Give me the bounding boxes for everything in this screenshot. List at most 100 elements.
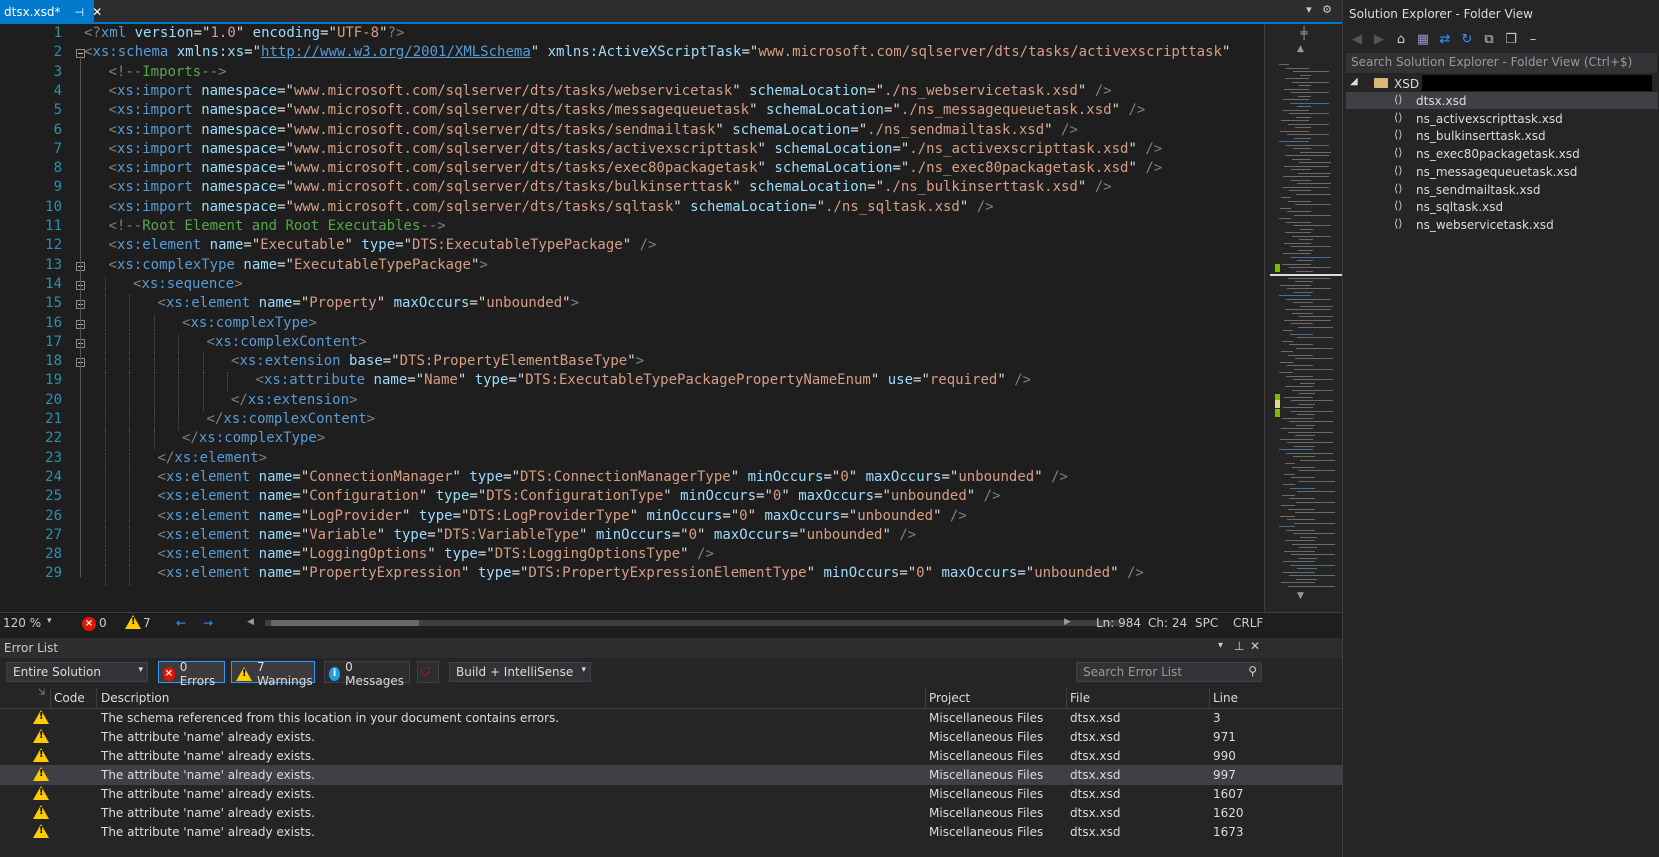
pin-icon[interactable]: ⊥ (1234, 639, 1244, 653)
code-editor[interactable]: 1 <?xml version="1.0" encoding="UTF-8"?> 2… (0, 24, 1264, 612)
tree-file-item[interactable]: ⟨⟩ ns_sendmailtask.xsd (1346, 181, 1658, 198)
scroll-up-icon[interactable]: ▲ (1297, 44, 1304, 54)
map-mark (1297, 183, 1331, 184)
column-project[interactable]: Project (929, 691, 970, 705)
code-line[interactable]: <xs:import namespace="www.microsoft.com/… (109, 179, 1112, 195)
tree-file-item[interactable]: ⟨⟩ ns_webservicetask.xsd (1346, 216, 1658, 233)
sync-icon[interactable]: ⇄ (1437, 31, 1453, 47)
code-line[interactable]: <xs:import namespace="www.microsoft.com/… (109, 141, 1163, 157)
code-line[interactable]: <xs:extension base="DTS:PropertyElementB… (231, 353, 644, 369)
code-line[interactable]: <!--Imports--> (109, 64, 227, 80)
back-arrow-icon[interactable]: ← (176, 616, 186, 630)
code-line[interactable]: <xs:import namespace="www.microsoft.com/… (109, 122, 1078, 138)
tree-file-item[interactable]: ⟨⟩ ns_activexscripttask.xsd (1346, 110, 1658, 127)
pin-icon[interactable]: ⊣ (74, 6, 84, 19)
column-description[interactable]: Description (101, 691, 169, 705)
code-line[interactable]: <xs:import namespace="www.microsoft.com/… (109, 199, 994, 215)
code-line[interactable]: <xs:element name="Property" maxOccurs="u… (158, 295, 580, 311)
error-list-row[interactable]: The attribute 'name' already exists. Misc… (0, 803, 1342, 823)
tab-dropdown-icon[interactable]: ▾ (1306, 3, 1312, 16)
forward-arrow-icon[interactable]: → (203, 616, 213, 630)
error-list-row[interactable]: The attribute 'name' already exists. Misc… (0, 784, 1342, 804)
horizontal-scroll-thumb[interactable] (271, 620, 419, 626)
properties-icon[interactable]: – (1525, 31, 1541, 47)
column-code[interactable]: Code (54, 691, 85, 705)
gear-icon[interactable]: ⚙ (1322, 3, 1332, 16)
code-line[interactable]: <xs:complexContent> (207, 334, 367, 350)
error-count[interactable]: 0 (99, 616, 107, 630)
code-line[interactable]: </xs:complexType> (182, 430, 325, 446)
errors-filter-button[interactable]: × 0 Errors (158, 660, 225, 688)
scroll-down-icon[interactable]: ▼ (1297, 591, 1304, 601)
indent-guide (104, 314, 106, 334)
error-list-row[interactable]: The attribute 'name' already exists. Misc… (0, 765, 1342, 785)
warning-count[interactable]: 7 (143, 616, 151, 630)
code-line[interactable]: <xs:schema xmlns:xs="http://www.w3.org/2… (84, 44, 1230, 60)
tree-file-item[interactable]: ⟨⟩ ns_exec80packagetask.xsd (1346, 145, 1658, 162)
split-icon[interactable]: ╪ (1265, 26, 1343, 40)
error-list-row[interactable]: The schema referenced from this location… (0, 708, 1342, 728)
build-filter-dropdown[interactable]: Build + IntelliSense ▾ (449, 662, 591, 682)
back-icon[interactable]: ◀ (1349, 31, 1365, 47)
error-list-row[interactable]: The attribute 'name' already exists. Misc… (0, 822, 1342, 842)
line-ending-indicator[interactable]: CRLF (1233, 616, 1263, 630)
vertical-scrollbar-map[interactable]: ╪ ▲ ▼ (1264, 24, 1343, 612)
code-line[interactable]: </xs:extension> (231, 392, 357, 408)
code-line[interactable]: <xs:element name="LogProvider" type="DTS… (158, 508, 967, 524)
code-line[interactable]: <xs:sequence> (133, 276, 243, 292)
map-mark (1292, 158, 1311, 160)
tree-file-item[interactable]: ⟨⟩ ns_sqltask.xsd (1346, 198, 1658, 215)
code-line[interactable]: <xs:import namespace="www.microsoft.com/… (109, 83, 1112, 99)
tree-folder-xsd[interactable]: ◢ XSD (1350, 74, 1656, 92)
scroll-right-icon[interactable]: ▶ (1064, 617, 1071, 627)
code-line[interactable]: </xs:element> (158, 450, 268, 466)
code-line[interactable]: <xs:element name="Configuration" type="D… (158, 488, 1001, 504)
scroll-left-icon[interactable]: ◀ (247, 617, 254, 627)
panel-dropdown-icon[interactable]: ▾ (1218, 640, 1223, 651)
code-line[interactable]: <xs:complexType> (182, 315, 317, 331)
scope-dropdown[interactable]: Entire Solution ▾ (6, 662, 148, 682)
error-list-row[interactable]: The attribute 'name' already exists. Misc… (0, 746, 1342, 766)
tab-dtsx[interactable]: dtsx.xsd* ⊣ ✕ (0, 0, 102, 24)
home-icon[interactable]: ⌂ (1393, 31, 1409, 47)
zoom-level[interactable]: 120 % (3, 616, 41, 630)
code-line[interactable]: <xs:attribute name="Name" type="DTS:Exec… (256, 372, 1032, 388)
horizontal-scrollbar[interactable] (265, 620, 1122, 626)
messages-filter-button[interactable]: i 0 Messages (324, 660, 410, 688)
error-list-row[interactable]: The attribute 'name' already exists. Misc… (0, 727, 1342, 747)
search-icon[interactable]: ⚲ (1248, 664, 1257, 678)
filter-icon[interactable]: ⛉ (417, 661, 439, 683)
map-mark (1294, 214, 1331, 216)
tree-file-item[interactable]: ⟨⟩ ns_bulkinserttask.xsd (1346, 127, 1658, 144)
line-number: 1 (53, 25, 62, 41)
collapse-all-icon[interactable]: ⧉ (1481, 31, 1497, 47)
solution-explorer-search[interactable]: Search Solution Explorer - Folder View (… (1346, 53, 1657, 73)
close-icon[interactable]: ✕ (92, 5, 102, 19)
code-line[interactable]: <xs:element name="Executable" type="DTS:… (109, 237, 657, 253)
close-icon[interactable]: ✕ (1250, 639, 1260, 653)
tree-file-item[interactable]: ⟨⟩ ns_messagequeuetask.xsd (1346, 163, 1658, 180)
show-all-files-icon[interactable]: ❐ (1503, 31, 1519, 47)
code-line[interactable]: <!--Root Element and Root Executables--> (109, 218, 446, 234)
code-line[interactable]: <xs:element name="Variable" type="DTS:Va… (158, 527, 917, 543)
forward-icon[interactable]: ▶ (1371, 31, 1387, 47)
zoom-dropdown-icon[interactable]: ▾ (47, 616, 52, 626)
column-line[interactable]: Line (1213, 691, 1238, 705)
refresh-icon[interactable]: ↻ (1459, 31, 1475, 47)
sort-icon[interactable]: ⇲ (38, 688, 46, 698)
warnings-filter-button[interactable]: 7 Warnings (231, 660, 315, 688)
code-line[interactable]: </xs:complexContent> (207, 411, 376, 427)
switch-views-icon[interactable]: ▦ (1415, 31, 1431, 47)
column-file[interactable]: File (1070, 691, 1090, 705)
code-line[interactable]: <?xml version="1.0" encoding="UTF-8"?> (84, 25, 404, 41)
whitespace-indicator[interactable]: SPC (1195, 616, 1218, 630)
code-line[interactable]: <xs:import namespace="www.microsoft.com/… (109, 160, 1163, 176)
expand-icon[interactable]: ◢ (1350, 76, 1358, 87)
code-line[interactable]: <xs:element name="ConnectionManager" typ… (158, 469, 1068, 485)
code-line[interactable]: <xs:complexType name="ExecutableTypePack… (109, 257, 488, 273)
search-error-list-input[interactable]: Search Error List ⚲ (1076, 662, 1262, 682)
code-line[interactable]: <xs:import namespace="www.microsoft.com/… (109, 102, 1146, 118)
tree-file-item[interactable]: ⟨⟩ dtsx.xsd (1346, 92, 1658, 109)
code-line[interactable]: <xs:element name="PropertyExpression" ty… (158, 565, 1144, 581)
code-line[interactable]: <xs:element name="LoggingOptions" type="… (158, 546, 714, 562)
